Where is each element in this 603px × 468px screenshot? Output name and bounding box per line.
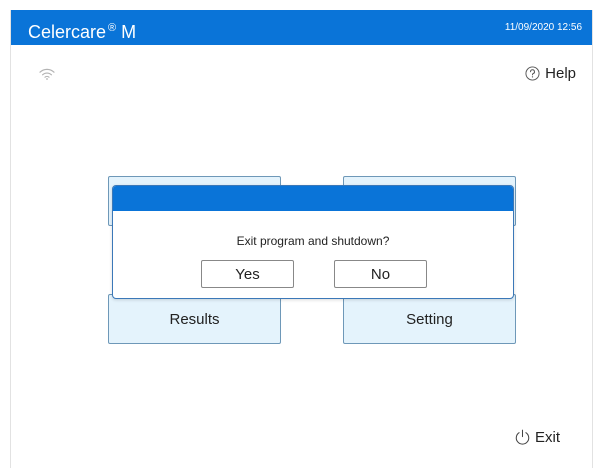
yes-button[interactable]: Yes [201,260,294,288]
results-button[interactable]: Results [108,294,281,344]
setting-button[interactable]: Setting [343,294,516,344]
title-bar: Celercare ® M 11/09/2020 12:56 [11,10,592,45]
setting-button-label: Setting [406,310,453,328]
app-window: Celercare ® M 11/09/2020 12:56 Help Resul… [10,10,593,468]
help-label: Help [545,65,576,82]
no-button-label: No [370,265,391,283]
help-button[interactable]: Help [525,65,576,82]
dialog-message: Exit program and shutdown? [236,234,390,248]
results-button-label: Results [169,310,220,328]
dialog-header [113,186,513,211]
no-button[interactable]: No [334,260,427,288]
registered-mark: ® [108,22,117,34]
app-name: Celercare [28,22,107,42]
wifi-icon [39,68,55,80]
app-title: Celercare ® M [28,17,136,43]
app-model: M [121,22,137,42]
exit-label: Exit [534,428,560,446]
exit-button[interactable]: Exit [514,428,560,446]
power-icon [515,429,530,445]
yes-button-label: Yes [235,265,260,283]
datetime: 11/09/2020 12:56 [504,22,582,33]
exit-confirm-dialog: Exit program and shutdown? Yes No [112,185,514,299]
question-circle-icon [525,66,540,81]
